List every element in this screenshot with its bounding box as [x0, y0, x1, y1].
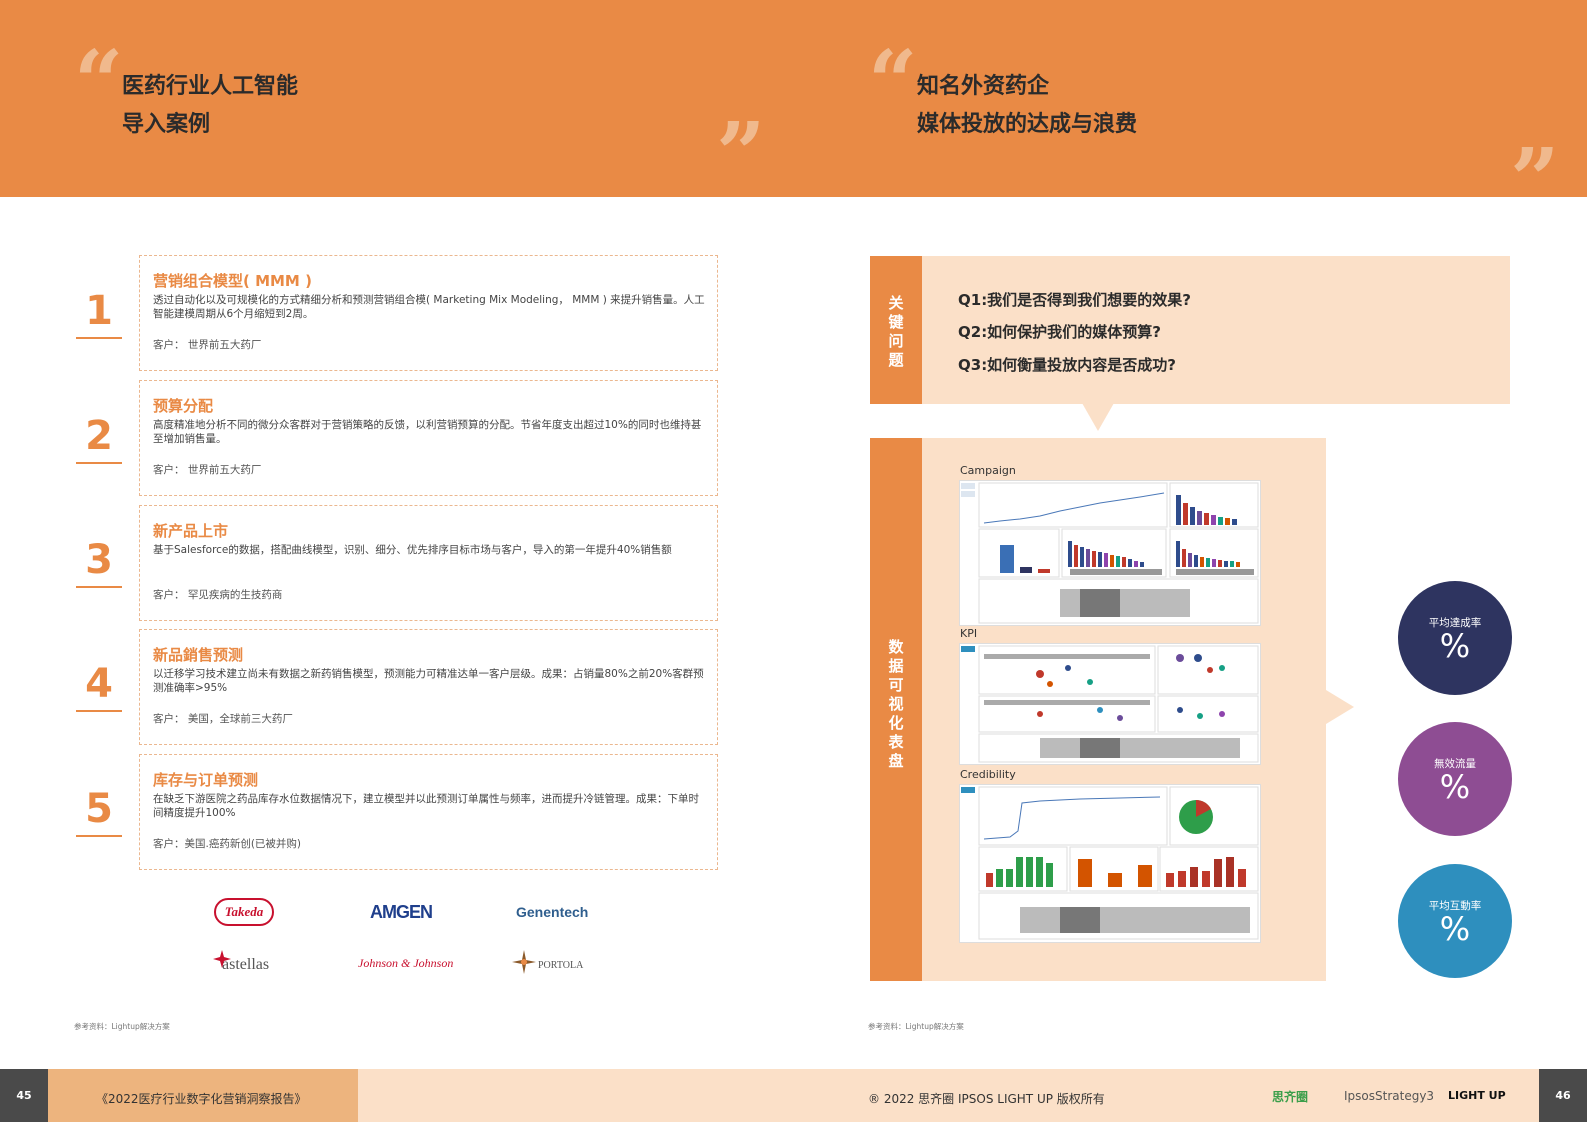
case-number: 3 — [85, 537, 113, 583]
metric-value: % — [1439, 910, 1471, 948]
close-quote-icon: ” — [716, 104, 766, 205]
genentech-logo: Genentech — [516, 904, 589, 920]
divider — [76, 710, 122, 712]
metric-circle: 平均達成率 % — [1398, 581, 1512, 695]
brand-ipsos: IpsosStrategy3 — [1344, 1089, 1435, 1103]
case-title: 营销组合模型( MMM ) — [153, 272, 312, 290]
case-client: 客户： 世界前五大药厂 — [153, 339, 262, 351]
astellas-star-icon — [213, 950, 231, 968]
case-title: 库存与订单预测 — [153, 771, 259, 789]
side-label-char: 数 — [888, 638, 904, 656]
metric-circle: 平均互動率 % — [1398, 864, 1512, 978]
dashboard-label-credibility: Credibility — [960, 768, 1016, 781]
takeda-logo: Takeda — [214, 898, 274, 926]
question-q3: Q3:如何衡量投放内容是否成功? — [958, 356, 1176, 374]
metric-circle: 無效流量 % — [1398, 722, 1512, 836]
pointer-arrow — [1082, 403, 1114, 431]
case-number: 2 — [85, 413, 113, 459]
divider — [76, 462, 122, 464]
open-quote-icon: “ — [74, 32, 124, 133]
credibility-dashboard-thumbnail — [959, 784, 1261, 943]
kpi-dashboard-graphic — [961, 645, 1259, 763]
side-label-char: 键 — [888, 313, 904, 331]
case-card: 新产品上市 基于Salesforce的数据，搭配曲线模型，识别、细分、优先排序目… — [139, 505, 718, 621]
source-note: 参考资料：Lightup解决方案 — [74, 1022, 170, 1031]
question-q1: Q1:我们是否得到我们想要的效果? — [958, 291, 1191, 309]
copyright-text: ® 2022 思齐圈 IPSOS LIGHT UP 版权所有 — [868, 1092, 1105, 1106]
metric-value: % — [1439, 627, 1471, 665]
amgen-logo: AMGEN — [370, 902, 433, 922]
side-label-char: 据 — [888, 657, 904, 675]
page-number-left: 45 — [0, 1069, 48, 1122]
case-description: 基于Salesforce的数据，搭配曲线模型，识别、细分、优先排序目标市场与客户… — [153, 544, 672, 556]
side-label-char: 关 — [888, 294, 904, 312]
portola-compass-icon — [512, 950, 536, 974]
credibility-dashboard-graphic — [961, 786, 1259, 940]
case-title: 新品銷售预测 — [153, 646, 244, 664]
case-client: 客户： 世界前五大药厂 — [153, 464, 262, 476]
report-title: 《2022医疗行业数字化营销洞察报告》 — [96, 1092, 307, 1106]
case-card: 库存与订单预测 在缺乏下游医院之药品库存水位数据情况下，建立模型并以此预测订单属… — [139, 754, 718, 870]
case-description: 在缺乏下游医院之药品库存水位数据情况下，建立模型并以此预测订单属性与频率，进而提… — [153, 793, 699, 819]
metric-value: % — [1439, 768, 1471, 806]
case-description: 以迁移学习技术建立尚未有数据之新药销售模型，预测能力可精准达单一客户层级。成果：… — [153, 668, 704, 694]
case-number: 4 — [85, 661, 113, 707]
portola-logo: PORTOLA — [538, 960, 584, 971]
right-title-line-1: 知名外资药企 — [917, 74, 1050, 99]
question-q2: Q2:如何保护我们的媒体预算? — [958, 323, 1161, 341]
case-client: 客户： 罕见疾病的生技药商 — [153, 589, 283, 601]
case-number: 1 — [85, 288, 113, 334]
left-title-line-1: 医药行业人工智能 — [122, 74, 299, 99]
close-quote-icon: ” — [1510, 130, 1560, 231]
brand-lightup: LIGHT UP — [1448, 1089, 1506, 1102]
case-description: 高度精准地分析不同的微分众客群对于营销策略的反馈，以利营销预算的分配。节省年度支… — [153, 419, 702, 445]
side-label-char: 盘 — [888, 752, 904, 770]
pointer-arrow — [1326, 690, 1354, 724]
side-label-char: 可 — [888, 676, 904, 694]
campaign-dashboard-thumbnail — [959, 480, 1261, 626]
right-title-line-2: 媒体投放的达成与浪费 — [917, 112, 1138, 137]
case-title: 预算分配 — [153, 397, 214, 415]
dashboard-label-campaign: Campaign — [960, 464, 1016, 477]
case-card: 预算分配 高度精准地分析不同的微分众客群对于营销策略的反馈，以利营销预算的分配。… — [139, 380, 718, 496]
case-number: 5 — [85, 786, 113, 832]
side-label-char: 化 — [888, 714, 904, 732]
case-client: 客户： 美国，全球前三大药厂 — [153, 713, 293, 725]
case-card: 新品銷售预测 以迁移学习技术建立尚未有数据之新药销售模型，预测能力可精准达单一客… — [139, 629, 718, 745]
divider — [76, 835, 122, 837]
side-label-char: 问 — [888, 332, 904, 350]
left-title-line-2: 导入案例 — [122, 112, 211, 137]
campaign-dashboard-graphic — [961, 482, 1259, 624]
divider — [76, 586, 122, 588]
source-note: 参考资料：Lightup解决方案 — [868, 1022, 964, 1031]
case-card: 营销组合模型( MMM ) 透过自动化以及可规模化的方式精细分析和预测营销组合模… — [139, 255, 718, 371]
side-label-char: 视 — [888, 695, 904, 713]
divider — [76, 337, 122, 339]
brand-siqiquan: 思齐圈 — [1272, 1090, 1309, 1104]
side-label-char: 表 — [888, 733, 904, 751]
kpi-dashboard-thumbnail — [959, 643, 1261, 765]
dashboard-label-kpi: KPI — [960, 627, 978, 640]
open-quote-icon: “ — [868, 32, 918, 133]
case-description: 透过自动化以及可规模化的方式精细分析和预测营销组合模( Marketing Mi… — [153, 294, 705, 320]
side-label-char: 题 — [888, 351, 904, 369]
page-number-right: 46 — [1539, 1069, 1587, 1122]
case-client: 客户：美国.癌药新创(已被并购) — [153, 838, 302, 850]
johnson-logo: Johnson & Johnson — [358, 956, 454, 970]
case-title: 新产品上市 — [153, 522, 229, 540]
